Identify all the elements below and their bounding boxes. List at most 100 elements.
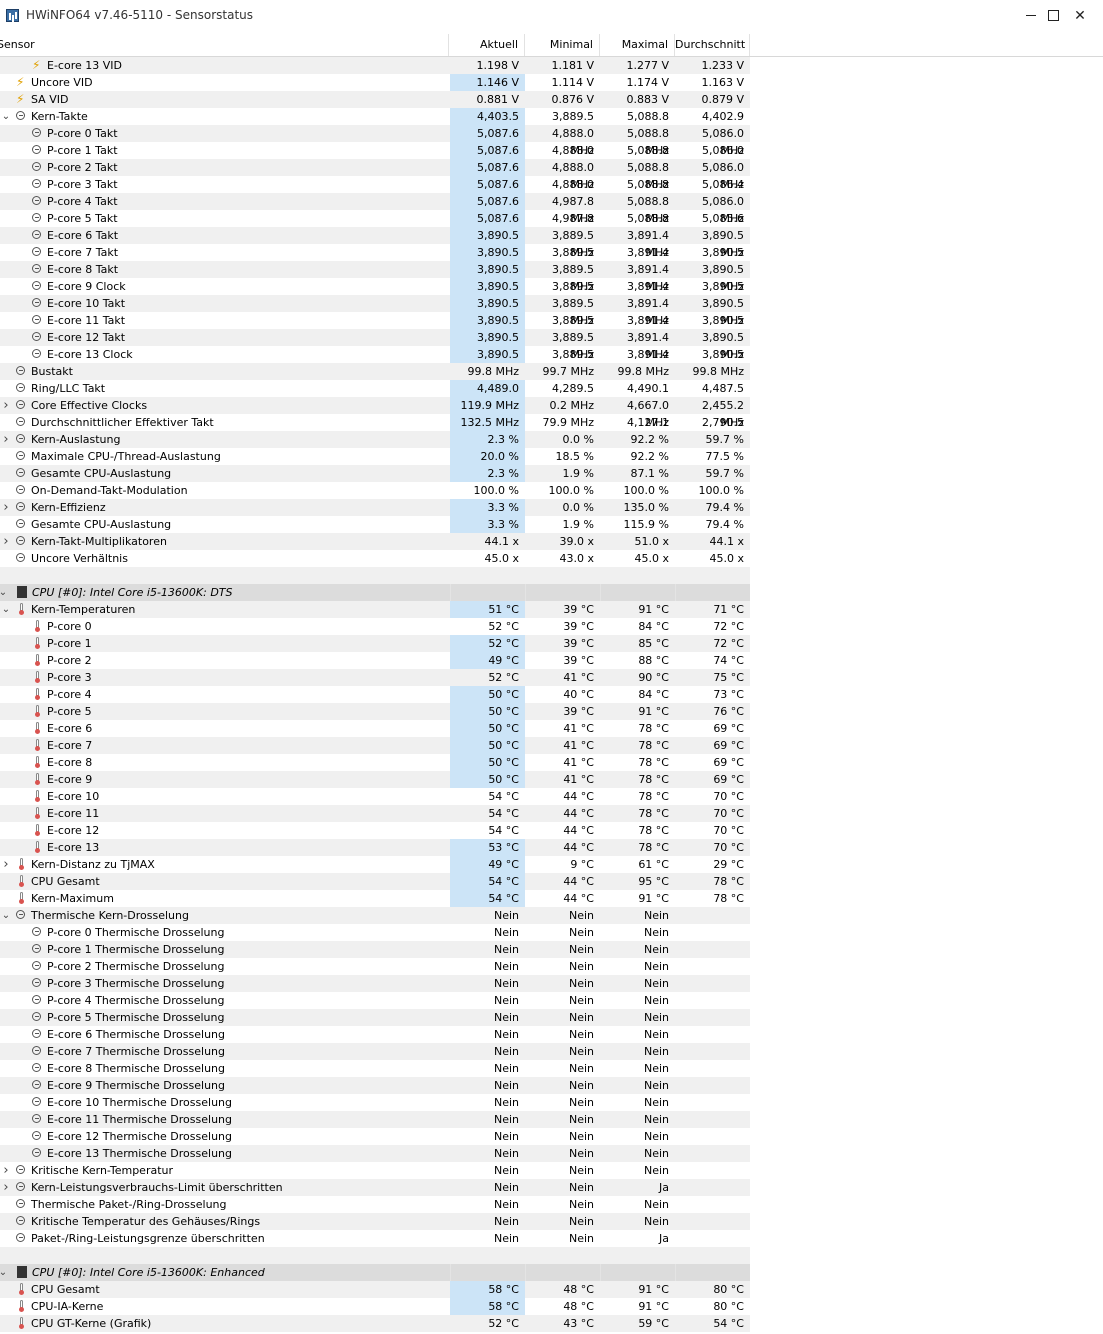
table-row[interactable]: P-core 5 Takt 5,087.6 MHz 4,987.8 MHz 5,088… [0,210,750,242]
table-row[interactable]: Gesamte CPU-Auslastung 2.3 % 1.9 % 87.1 % 59… [0,465,750,482]
close-button[interactable]: ✕ [1057,0,1103,31]
value-minimal: 39 °C [563,654,594,667]
table-row[interactable]: Ring/LLC Takt 4,489.0 MHz 4,289.5 MHz 4,490… [0,380,750,412]
table-row[interactable]: E-core 7 Takt 3,890.5 MHz 3,889.5 MHz 3,891… [0,244,750,276]
value-durchschnitt: 45.0 x [709,552,745,565]
table-row[interactable]: P-core 2 Thermische Drosselung Nein Nein Ne… [0,958,750,975]
table-row[interactable]: P-core 2 49 °C 39 °C 88 °C 74 °C [0,652,750,669]
table-row[interactable]: P-core 0 Thermische Drosselung Nein Nein Ne… [0,924,750,941]
table-row[interactable]: E-core 10 Takt 3,890.5 MHz 3,889.5 MHz 3,89… [0,295,750,327]
table-row[interactable]: E-core 7 Thermische Drosselung Nein Nein Ne… [0,1043,750,1060]
table-row[interactable]: E-core 12 54 °C 44 °C 78 °C 70 °C [0,822,750,839]
table-row[interactable]: CPU Gesamt 54 °C 44 °C 95 °C 78 °C [0,873,750,890]
table-row[interactable]: E-core 13 Thermische Drosselung Nein Nein N… [0,1145,750,1162]
table-row[interactable]: › Kern-Leistungsverbrauchs-Limit überschr… [0,1179,750,1196]
table-row[interactable]: E-core 6 Takt 3,890.5 MHz 3,889.5 MHz 3,891… [0,227,750,259]
table-row[interactable]: Bustakt 99.8 MHz 99.7 MHz 99.8 MHz 99.8 MHz [0,363,750,380]
table-row[interactable]: › Kritische Kern-Temperatur Nein Nein Nein [0,1162,750,1179]
chevron-right-icon[interactable]: › [0,1179,12,1196]
column-header-minimal[interactable]: Minimal [525,34,600,56]
table-row[interactable]: Maximale CPU-/Thread-Auslastung 20.0 % 18.… [0,448,750,465]
chevron-right-icon[interactable]: › [0,533,12,550]
table-row[interactable]: › Kern-Effizienz 3.3 % 0.0 % 135.0 % 79.4 % [0,499,750,516]
chevron-down-icon[interactable]: ⌄ [0,601,12,618]
table-row[interactable]: Durchschnittlicher Effektiver Takt 132.5 … [0,414,750,446]
table-row[interactable]: E-core 6 50 °C 41 °C 78 °C 69 °C [0,720,750,737]
table-row[interactable]: E-core 13 53 °C 44 °C 78 °C 70 °C [0,839,750,856]
table-row[interactable]: P-core 3 Takt 5,087.6 MHz 4,888.0 MHz 5,088… [0,176,750,208]
table-row[interactable]: P-core 1 Thermische Drosselung Nein Nein Ne… [0,941,750,958]
table-row[interactable]: › Kern-Auslastung 2.3 % 0.0 % 92.2 % 59.7 % [0,431,750,448]
table-row[interactable]: E-core 13 Clock 3,890.5 MHz 3,889.5 MHz 3,8… [0,346,750,378]
hwinfo-app-icon[interactable] [6,9,19,22]
table-row[interactable]: E-core 9 50 °C 41 °C 78 °C 69 °C [0,771,750,788]
table-row[interactable]: P-core 1 Takt 5,087.6 MHz 4,888.0 MHz 5,088… [0,142,750,174]
column-header-sensor[interactable]: Sensor [0,34,449,56]
thermometer-icon [19,603,24,615]
table-row[interactable]: On-Demand-Takt-Modulation 100.0 % 100.0 % 1… [0,482,750,499]
value-aktuell: 50 °C [450,754,525,771]
table-row[interactable]: P-core 3 Thermische Drosselung Nein Nein Ne… [0,975,750,992]
table-row[interactable]: E-core 9 Thermische Drosselung Nein Nein Ne… [0,1077,750,1094]
chevron-right-icon[interactable]: › [0,499,12,516]
chevron-down-icon[interactable]: ⌄ [0,907,12,924]
chevron-right-icon[interactable]: › [0,1162,12,1179]
table-row[interactable]: P-core 0 52 °C 39 °C 84 °C 72 °C [0,618,750,635]
column-header-aktuell[interactable]: Aktuell [449,34,525,56]
table-row[interactable]: E-core 9 Clock 3,890.5 MHz 3,889.5 MHz 3,89… [0,278,750,310]
table-row[interactable]: E-core 11 Takt 3,890.5 MHz 3,889.5 MHz 3,89… [0,312,750,344]
table-row[interactable]: E-core 8 Thermische Drosselung Nein Nein Ne… [0,1060,750,1077]
table-row[interactable]: SA VID 0.881 V 0.876 V 0.883 V 0.879 V [0,91,750,108]
table-row[interactable]: Uncore Verhältnis 45.0 x 43.0 x 45.0 x 45.0 … [0,550,750,567]
table-row[interactable]: E-core 7 50 °C 41 °C 78 °C 69 °C [0,737,750,754]
chevron-right-icon[interactable]: › [0,856,12,873]
table-row[interactable]: Paket-/Ring-Leistungsgrenze überschritte… [0,1230,750,1247]
table-row[interactable]: CPU-IA-Kerne 58 °C 48 °C 91 °C 80 °C [0,1298,750,1315]
sensor-group-header[interactable]: ⌄ CPU [#0]: Intel Core i5-13600K: DTS [0,584,750,601]
table-row[interactable]: E-core 6 Thermische Drosselung Nein Nein Ne… [0,1026,750,1043]
column-header-durchschnitt[interactable]: Durchschnitt [675,34,750,56]
sensor-group-header[interactable]: ⌄ CPU [#0]: Intel Core i5-13600K: Enhance… [0,1264,750,1281]
table-row[interactable]: E-core 13 VID 1.198 V 1.181 V 1.277 V 1.233 … [0,57,750,74]
value-aktuell: 0.881 V [476,93,519,106]
table-row[interactable]: ⌄ Thermische Kern-Drosselung Nein Nein Nein [0,907,750,924]
table-row[interactable]: Kern-Maximum 54 °C 44 °C 91 °C 78 °C [0,890,750,907]
table-row[interactable]: P-core 4 Takt 5,087.6 MHz 4,987.8 MHz 5,088… [0,193,750,225]
table-row[interactable]: › Core Effective Clocks 119.9 MHz 0.2 MHz 4,… [0,397,750,429]
table-row[interactable]: E-core 10 Thermische Drosselung Nein Nein N… [0,1094,750,1111]
table-row[interactable]: Gesamte CPU-Auslastung 3.3 % 1.9 % 115.9 % 7… [0,516,750,533]
column-header-maximal[interactable]: Maximal [600,34,675,56]
table-row[interactable]: P-core 5 50 °C 39 °C 91 °C 76 °C [0,703,750,720]
table-row[interactable]: E-core 11 Thermische Drosselung Nein Nein N… [0,1111,750,1128]
value-minimal: Nein [568,977,594,990]
value-maximal: 78 °C [638,824,669,837]
chevron-down-icon[interactable]: ⌄ [0,1264,9,1281]
table-row[interactable]: ⌄ Kern-Takte 4,403.5 MHz 3,889.5 MHz 5,088.8… [0,108,750,140]
table-row[interactable]: P-core 4 50 °C 40 °C 84 °C 73 °C [0,686,750,703]
table-row[interactable]: › Kern-Distanz zu TjMAX 49 °C 9 °C 61 °C 29 °… [0,856,750,873]
table-row[interactable]: CPU GT-Kerne (Grafik) 52 °C 43 °C 59 °C 54 °… [0,1315,750,1332]
table-row[interactable]: P-core 4 Thermische Drosselung Nein Nein Ne… [0,992,750,1009]
chevron-right-icon[interactable]: › [0,431,12,448]
table-row[interactable]: E-core 8 50 °C 41 °C 78 °C 69 °C [0,754,750,771]
table-row[interactable]: P-core 5 Thermische Drosselung Nein Nein Ne… [0,1009,750,1026]
table-row[interactable]: CPU Gesamt 58 °C 48 °C 91 °C 80 °C [0,1281,750,1298]
table-row[interactable]: E-core 11 54 °C 44 °C 78 °C 70 °C [0,805,750,822]
table-row[interactable]: ⌄ Kern-Temperaturen 51 °C 39 °C 91 °C 71 °C [0,601,750,618]
chevron-down-icon[interactable]: ⌄ [0,108,12,125]
chevron-right-icon[interactable]: › [0,397,12,414]
table-row[interactable]: P-core 1 52 °C 39 °C 85 °C 72 °C [0,635,750,652]
sensor-label: P-core 3 Takt [47,178,118,191]
table-row[interactable]: Kritische Temperatur des Gehäuses/Rings N… [0,1213,750,1230]
table-row[interactable]: E-core 8 Takt 3,890.5 MHz 3,889.5 MHz 3,891… [0,261,750,293]
table-row[interactable]: E-core 12 Thermische Drosselung Nein Nein N… [0,1128,750,1145]
table-row[interactable]: P-core 3 52 °C 41 °C 90 °C 75 °C [0,669,750,686]
table-row[interactable]: Thermische Paket-/Ring-Drosselung Nein Nei… [0,1196,750,1213]
table-row[interactable]: E-core 12 Takt 3,890.5 MHz 3,889.5 MHz 3,89… [0,329,750,361]
chevron-down-icon[interactable]: ⌄ [0,584,9,601]
table-row[interactable]: P-core 2 Takt 5,087.6 MHz 4,888.0 MHz 5,088… [0,159,750,191]
table-row[interactable]: E-core 10 54 °C 44 °C 78 °C 70 °C [0,788,750,805]
table-row[interactable]: Uncore VID 1.146 V 1.114 V 1.174 V 1.163 V [0,74,750,91]
table-row[interactable]: › Kern-Takt-Multiplikatoren 44.1 x 39.0 x 51… [0,533,750,550]
table-row[interactable]: P-core 0 Takt 5,087.6 MHz 4,888.0 MHz 5,088… [0,125,750,157]
